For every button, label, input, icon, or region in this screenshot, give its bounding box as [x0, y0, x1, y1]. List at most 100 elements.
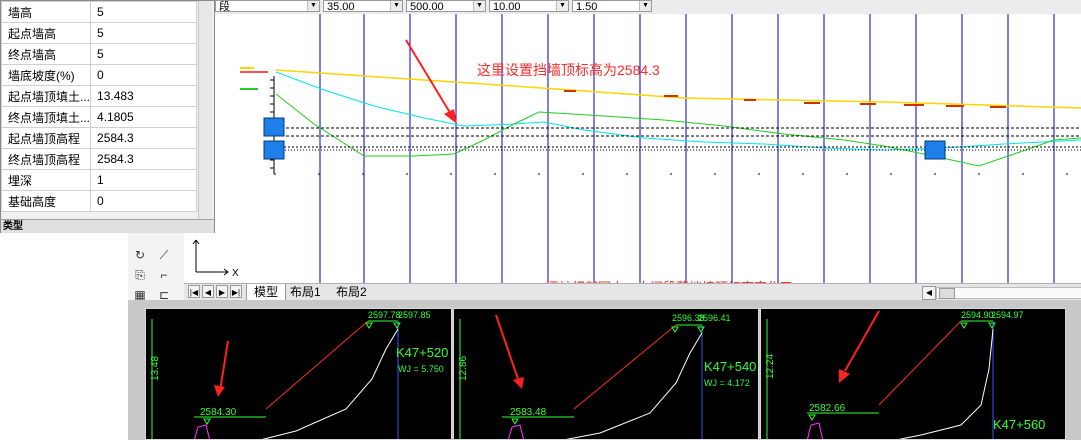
annotation-arrow — [219, 340, 229, 392]
horizontal-scrollbar[interactable] — [936, 287, 1081, 299]
rotate-icon[interactable]: ↻ — [132, 247, 148, 263]
layout-tab-bar: |◀ ◀ ▶ ▶| 模型 布局1 布局2 ◀ — [184, 283, 1081, 301]
ucs-icon — [192, 239, 229, 276]
parameter-toolbar: 段 ▼ 35.00 ▼ 500.00 ▼ 10.00 ▼ 1.50 ▼ — [215, 0, 1081, 15]
station-label: K47+540 — [704, 359, 756, 374]
wall-height-label: 12.24 — [765, 354, 776, 379]
ground-elev-right: 2597.85 — [398, 310, 431, 320]
detail-pane-3[interactable]: 12.24 2594.90 2594.97 2582.66 K47+560 — [760, 308, 1066, 440]
property-row[interactable]: 基础高度 0 — [0, 190, 197, 212]
tab-layout2[interactable]: 布局2 — [336, 284, 367, 300]
wall-top-elev: 2582.66 — [809, 403, 846, 414]
grip-handle[interactable] — [263, 140, 285, 160]
scroll-left-icon[interactable]: ◀ — [922, 286, 936, 300]
annotation-top: 这里设置挡墙顶标高为2584.3 — [477, 62, 660, 78]
property-value[interactable]: 13.483 — [90, 85, 197, 107]
value-combo-4[interactable]: 1.50 ▼ — [572, 0, 652, 13]
property-value[interactable]: 0 — [90, 64, 197, 86]
property-row[interactable]: 墙底坡度(%) 0 — [0, 64, 197, 86]
property-row[interactable]: 埋深 1 — [0, 169, 197, 191]
station-label: K47+560 — [993, 417, 1045, 432]
annotation-arrowhead — [444, 109, 457, 124]
group-label: 类型 — [3, 221, 23, 232]
tab-layout1[interactable]: 布局1 — [290, 284, 321, 300]
cross-section-3: 12.24 2594.90 2594.97 2582.66 K47+560 — [765, 310, 1045, 439]
station-label: K47+520 — [396, 345, 448, 360]
profile-drawing: X — [192, 14, 1081, 284]
property-value[interactable]: 2584.3 — [90, 148, 197, 170]
ucs-x-label: X — [232, 268, 239, 279]
tab-model-label: 模型 — [253, 285, 278, 299]
property-key: 墙底坡度(%) — [0, 64, 92, 86]
wall-top-elev: 2583.48 — [510, 407, 547, 418]
property-row[interactable]: 墙高 5 — [0, 1, 197, 23]
value-combo-2[interactable]: 500.00 ▼ — [406, 0, 486, 13]
property-value[interactable]: 0 — [90, 190, 197, 212]
annotation-arrow — [405, 39, 453, 117]
extend-icon[interactable]: ⌐ — [156, 267, 172, 283]
ground-elev-right: 2596.41 — [698, 313, 731, 323]
draw-tools-strip: ↻ ⟋ ⎘ ⌐ ▦ ⊏ — [128, 233, 184, 303]
prev-tab-icon[interactable]: ◀ — [202, 285, 214, 298]
ground-elev-left: 2597.78 — [368, 310, 401, 320]
wall-height-label: 12.86 — [458, 356, 469, 381]
value-combo-3[interactable]: 10.00 ▼ — [489, 0, 569, 13]
properties-table: 墙高 5 起点墙高 5 终点墙高 5 墙底坡度(%) 0 起点墙顶填土... 13.483… — [0, 1, 197, 212]
tab-model[interactable]: 模型 — [246, 284, 286, 301]
properties-scrollbar[interactable] — [198, 1, 212, 219]
profile-drawing-area[interactable]: X — [184, 14, 1081, 284]
property-row[interactable]: 起点墙顶高程 2584.3 — [0, 127, 197, 149]
chevron-down-icon[interactable]: ▼ — [556, 1, 568, 11]
design-grade-dashes — [564, 90, 1006, 108]
property-row[interactable]: 终点墙顶高程 2584.3 — [0, 148, 197, 170]
tab-layout1-label: 布局1 — [290, 285, 321, 299]
property-key: 终点墙顶高程 — [0, 148, 92, 170]
property-row[interactable]: 起点墙高 5 — [0, 22, 197, 44]
legend-mark — [240, 88, 258, 90]
legend-mark — [240, 71, 268, 73]
property-key: 起点墙顶填土... — [0, 85, 92, 107]
grip-handle[interactable] — [263, 117, 285, 137]
property-row[interactable]: 终点墙高 5 — [0, 43, 197, 65]
property-value[interactable]: 5 — [90, 1, 197, 23]
chevron-down-icon[interactable]: ▼ — [307, 1, 319, 11]
grip-handle[interactable] — [924, 140, 946, 160]
value-combo-3-text: 10.00 — [493, 1, 521, 13]
cyan-profile-line — [275, 71, 1081, 151]
property-key: 起点墙高 — [0, 22, 92, 44]
property-key: 起点墙顶高程 — [0, 127, 92, 149]
property-key: 墙高 — [0, 1, 92, 23]
property-value[interactable]: 1 — [90, 169, 197, 191]
line-tool-icon[interactable]: ⟋ — [156, 247, 172, 263]
property-key: 埋深 — [0, 169, 92, 191]
first-tab-icon[interactable]: |◀ — [188, 285, 200, 298]
wall-height-label: 13.48 — [150, 356, 161, 381]
property-value[interactable]: 4.1805 — [90, 106, 197, 128]
last-tab-icon[interactable]: ▶| — [230, 285, 242, 298]
properties-group-header[interactable]: 类型 — [1, 219, 214, 233]
scroll-thumb[interactable] — [939, 288, 955, 299]
detail-pane-1[interactable]: 13.48 2597.78 2597.85 2584.30 K47+520 WJ… — [145, 308, 452, 440]
value-combo-1[interactable]: 35.00 ▼ — [323, 0, 403, 13]
property-key: 终点墙高 — [0, 43, 92, 65]
property-row[interactable]: 终点墙顶填土... 4.1805 — [0, 106, 197, 128]
property-value[interactable]: 5 — [90, 43, 197, 65]
tab-layout2-label: 布局2 — [336, 285, 367, 299]
chevron-down-icon[interactable]: ▼ — [390, 1, 402, 11]
annotation-arrow — [495, 314, 519, 380]
value-combo-1-text: 35.00 — [327, 1, 355, 13]
chevron-down-icon[interactable]: ▼ — [473, 1, 485, 11]
property-value[interactable]: 5 — [90, 22, 197, 44]
property-row[interactable]: 起点墙顶填土... 13.483 — [0, 85, 197, 107]
value-combo-4-text: 1.50 — [576, 1, 598, 13]
segment-combo[interactable]: 段 ▼ — [215, 0, 320, 13]
wall-top-elev: 2584.30 — [200, 407, 237, 418]
value-combo-2-text: 500.00 — [410, 1, 444, 13]
chevron-down-icon[interactable]: ▼ — [639, 1, 651, 11]
detail-pane-2[interactable]: 12.86 2596.38 2596.41 2583.48 K47+540 WJ… — [453, 308, 759, 440]
next-tab-icon[interactable]: ▶ — [216, 285, 228, 298]
properties-panel: 墙高 5 起点墙高 5 终点墙高 5 墙底坡度(%) 0 起点墙顶填土... 13.483… — [0, 0, 215, 233]
property-value[interactable]: 2584.3 — [90, 127, 197, 149]
copy-icon[interactable]: ⎘ — [132, 267, 148, 283]
ground-elev-left: 2594.90 — [961, 310, 994, 320]
